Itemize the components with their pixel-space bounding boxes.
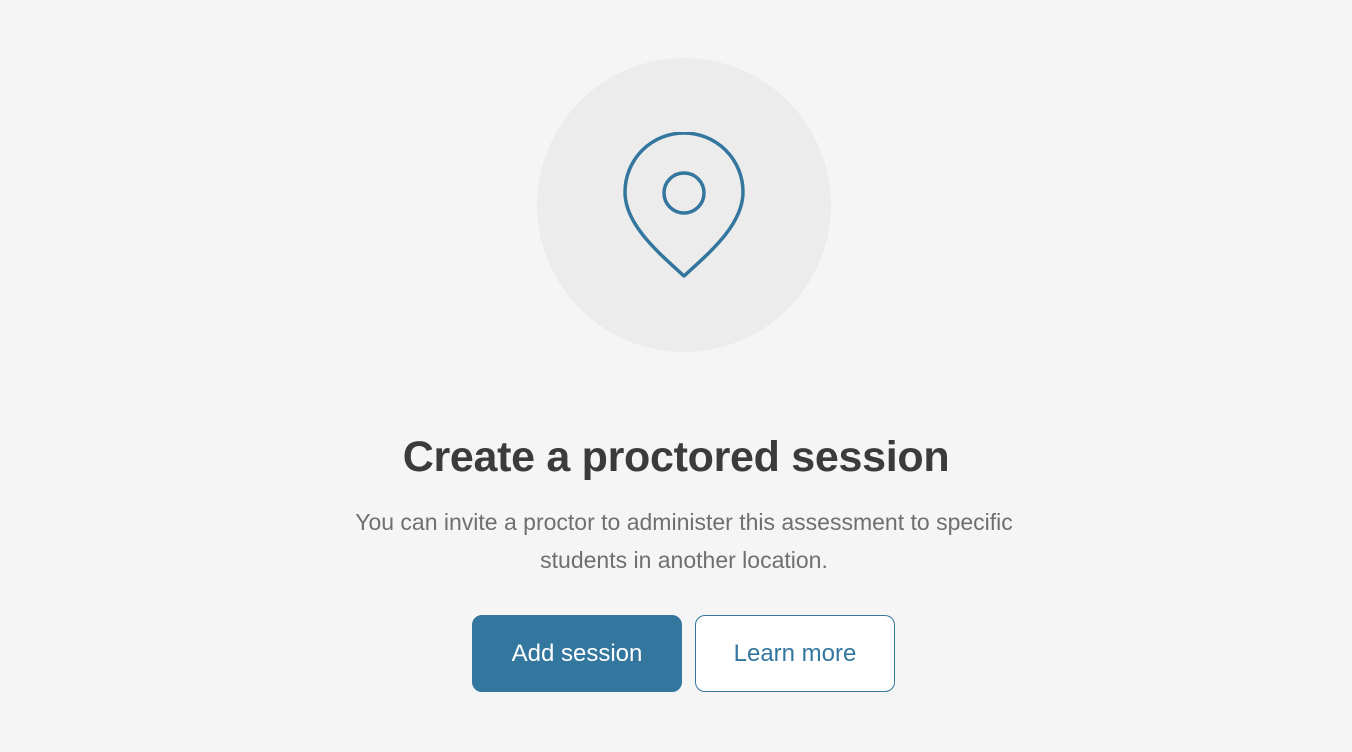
add-session-button[interactable]: Add session xyxy=(472,615,682,692)
empty-state-title: Create a proctored session xyxy=(402,433,950,481)
actions: Add session Learn more xyxy=(0,615,1352,692)
illustration-circle xyxy=(537,58,831,352)
empty-state-description: You can invite a proctor to administer t… xyxy=(355,509,1013,573)
learn-more-button[interactable]: Learn more xyxy=(695,615,895,692)
empty-state: Create a proctored session You can invit… xyxy=(0,0,1352,752)
map-pin-icon xyxy=(623,132,745,278)
